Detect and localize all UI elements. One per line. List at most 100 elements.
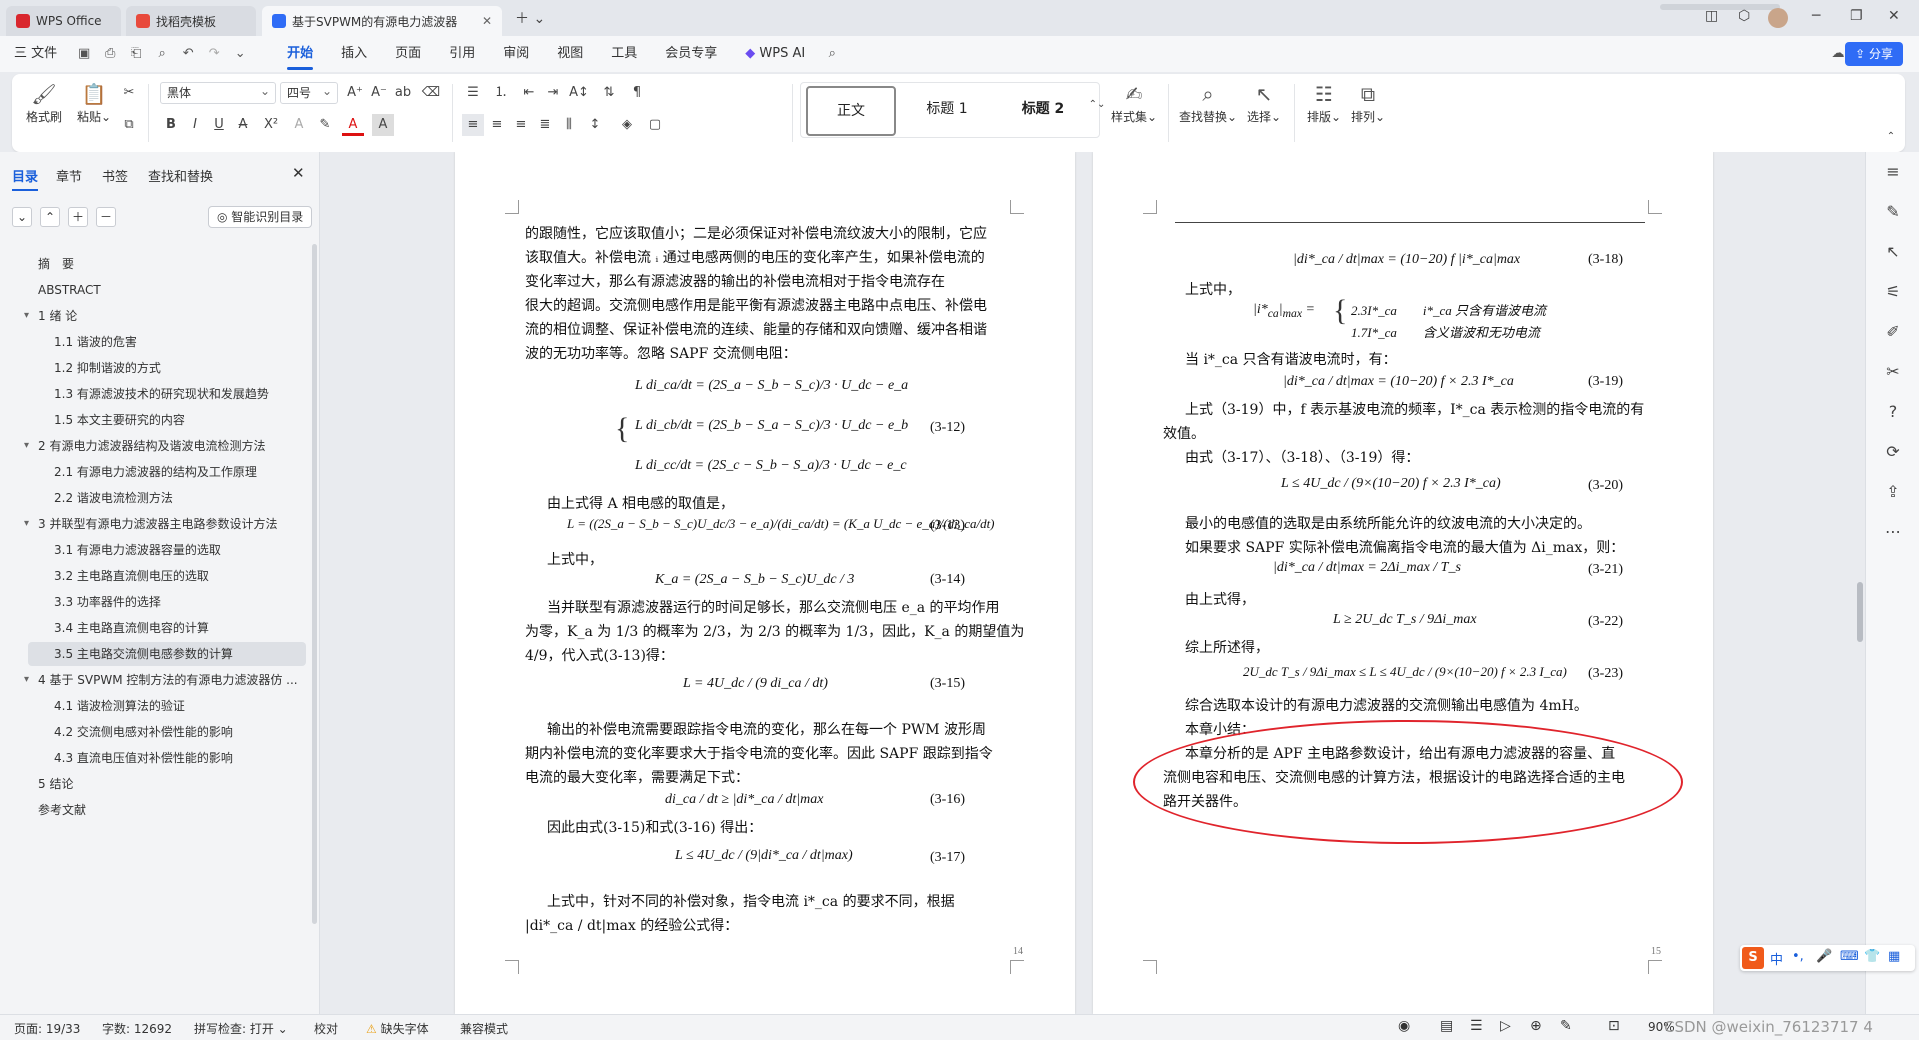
- line-spacing-icon[interactable]: ↕: [584, 114, 606, 136]
- toc-item[interactable]: 1.2 抑制谐波的方式: [54, 356, 300, 380]
- text-effect-icon[interactable]: A: [288, 114, 310, 136]
- redo-icon[interactable]: ↷: [204, 44, 224, 64]
- toc-item[interactable]: 参考文献: [38, 798, 300, 822]
- menu-tools[interactable]: 工具: [597, 36, 651, 72]
- sogou-icon[interactable]: S: [1742, 947, 1764, 969]
- undo-icon[interactable]: ↶: [178, 44, 198, 64]
- nav-tab-chapter[interactable]: 章节: [56, 166, 82, 185]
- toc-item[interactable]: 2.2 谐波电流检测方法: [54, 486, 300, 510]
- toc-item[interactable]: 3.2 主电路直流侧电压的选取: [54, 564, 300, 588]
- tab-document[interactable]: 基于SVPWM的有源电力滤波器 ✕: [262, 6, 502, 36]
- word-count[interactable]: 字数: 12692: [102, 1020, 172, 1037]
- ime-mode[interactable]: 中: [1770, 949, 1783, 968]
- justify-icon[interactable]: ≣: [534, 114, 556, 136]
- minimize-icon[interactable]: ─: [1812, 8, 1820, 24]
- drag-handle[interactable]: [1660, 4, 1780, 10]
- char-shading-icon[interactable]: A: [372, 114, 394, 136]
- toc-item[interactable]: 3 并联型有源电力滤波器主电路参数设计方法: [38, 512, 300, 536]
- export-icon[interactable]: ⎙: [100, 44, 120, 64]
- toc-item[interactable]: 2 有源电力滤波器结构及谐波电流检测方法: [38, 434, 300, 458]
- style-heading-1[interactable]: 标题 1: [902, 86, 992, 136]
- toc-item[interactable]: 4 基于 SVPWM 控制方法的有源电力滤波器仿 ...: [38, 668, 300, 692]
- numbered-list-icon[interactable]: ⒈: [490, 82, 512, 104]
- nav-tab-bookmark[interactable]: 书签: [102, 166, 128, 185]
- toc-expand-caret-icon[interactable]: ▾: [24, 310, 29, 321]
- border-icon[interactable]: ▢: [644, 114, 666, 136]
- cut-icon[interactable]: ✂: [118, 82, 140, 104]
- skin-icon[interactable]: 👕: [1864, 949, 1880, 964]
- strikethrough-icon[interactable]: A: [232, 114, 254, 136]
- tab-wps-office[interactable]: WPS Office: [6, 6, 121, 36]
- toc-item[interactable]: 3.3 功率器件的选择: [54, 590, 300, 614]
- toc-item[interactable]: 摘 要: [38, 252, 300, 276]
- toc-item[interactable]: 2.1 有源电力滤波器的结构及工作原理: [54, 460, 300, 484]
- increase-indent-icon[interactable]: ⇥: [542, 82, 564, 104]
- proofread[interactable]: 校对: [314, 1020, 338, 1037]
- toc-expand-caret-icon[interactable]: ▾: [24, 440, 29, 451]
- shrink-font-icon[interactable]: A⁻: [368, 82, 390, 104]
- menu-lines-icon[interactable]: ≡: [1883, 162, 1903, 181]
- distribute-icon[interactable]: ⫼: [558, 114, 580, 136]
- toc-item[interactable]: 1.1 谐波的危害: [54, 330, 300, 354]
- style-set-button[interactable]: ✍ 样式集⌄: [1108, 80, 1160, 125]
- bold-icon[interactable]: B: [160, 114, 182, 136]
- style-normal[interactable]: 正文: [806, 86, 896, 136]
- page-right[interactable]: |di*_ca / dt|max = (10−20) f |i*_ca|max …: [1093, 152, 1713, 1014]
- document-scrollbar[interactable]: [1857, 582, 1863, 642]
- add-icon[interactable]: ＋: [68, 207, 88, 227]
- align-center-icon[interactable]: ≡: [486, 114, 508, 136]
- menu-reference[interactable]: 引用: [435, 36, 489, 72]
- font-name-select[interactable]: 黑体: [160, 81, 276, 104]
- page-count[interactable]: 页面: 19/33: [14, 1020, 80, 1037]
- toc-item[interactable]: 5 结论: [38, 772, 300, 796]
- punctuation-icon[interactable]: •,: [1792, 949, 1804, 964]
- toc-expand-caret-icon[interactable]: ▾: [24, 674, 29, 685]
- shading-icon[interactable]: ◈: [616, 114, 638, 136]
- nav-tab-find[interactable]: 查找和替换: [148, 166, 213, 185]
- print-icon[interactable]: ⎗: [126, 44, 146, 64]
- more-icon[interactable]: ⌄: [230, 44, 250, 64]
- italic-icon[interactable]: I: [184, 114, 206, 136]
- menu-view[interactable]: 视图: [543, 36, 597, 72]
- tools-icon[interactable]: ✂: [1883, 362, 1903, 381]
- outline-view-icon[interactable]: ☰: [1470, 1018, 1483, 1034]
- superscript-icon[interactable]: X²: [260, 114, 282, 136]
- sliders-icon[interactable]: ⚟: [1883, 282, 1903, 301]
- paste-button[interactable]: 📋 粘贴⌄: [76, 80, 112, 125]
- expand-icon[interactable]: ⌄: [12, 207, 32, 227]
- toc-item[interactable]: 3.4 主电路直流侧电容的计算: [54, 616, 300, 640]
- toc-item[interactable]: ABSTRACT: [38, 278, 300, 302]
- wps-ai-menu[interactable]: ◆ WPS AI: [731, 36, 819, 72]
- layout-button[interactable]: ☷ 排版⌄: [1304, 80, 1344, 125]
- align-right-icon[interactable]: ≡: [510, 114, 532, 136]
- menu-review[interactable]: 审阅: [489, 36, 543, 72]
- nav-scrollbar[interactable]: [312, 244, 317, 924]
- mic-icon[interactable]: 🎤: [1816, 949, 1832, 964]
- format-painter-button[interactable]: 🖌 格式刷: [26, 80, 62, 125]
- highlight-icon[interactable]: ✎: [314, 114, 336, 136]
- nav-tab-toc[interactable]: 目录: [12, 166, 39, 191]
- clear-format-icon[interactable]: ⌫: [420, 82, 442, 104]
- grow-font-icon[interactable]: A⁺: [344, 82, 366, 104]
- menu-page[interactable]: 页面: [381, 36, 435, 72]
- text-direction-icon[interactable]: A↕: [568, 82, 590, 104]
- show-marks-icon[interactable]: ¶: [626, 82, 648, 104]
- close-window-icon[interactable]: ✕: [1888, 8, 1900, 24]
- share-button[interactable]: ⇪ 分享: [1845, 42, 1903, 66]
- pen-mode-icon[interactable]: ✎: [1560, 1018, 1572, 1034]
- sort-icon[interactable]: ⇅: [598, 82, 620, 104]
- bullet-list-icon[interactable]: ☰: [462, 82, 484, 104]
- toc-item[interactable]: 4.3 直流电压值对补偿性能的影响: [54, 746, 300, 770]
- tab-template[interactable]: 找稻壳模板: [126, 6, 256, 36]
- fit-icon[interactable]: ⊡: [1608, 1018, 1620, 1034]
- grid-icon[interactable]: ▦: [1888, 949, 1900, 964]
- menu-home[interactable]: 开始: [273, 36, 327, 72]
- font-color-icon[interactable]: A: [342, 114, 364, 136]
- style-heading-2[interactable]: 标题 2: [998, 86, 1088, 136]
- spell-check[interactable]: 拼写检查: 打开 ⌄: [194, 1020, 288, 1037]
- arrange-button[interactable]: ⧉ 排列⌄: [1348, 80, 1388, 125]
- collapse-ribbon-icon[interactable]: ⌃: [1880, 126, 1902, 148]
- collapse-icon[interactable]: ⌃: [40, 207, 60, 227]
- share-doc-icon[interactable]: ⇪: [1883, 482, 1903, 501]
- restore-icon[interactable]: ❐: [1850, 8, 1863, 24]
